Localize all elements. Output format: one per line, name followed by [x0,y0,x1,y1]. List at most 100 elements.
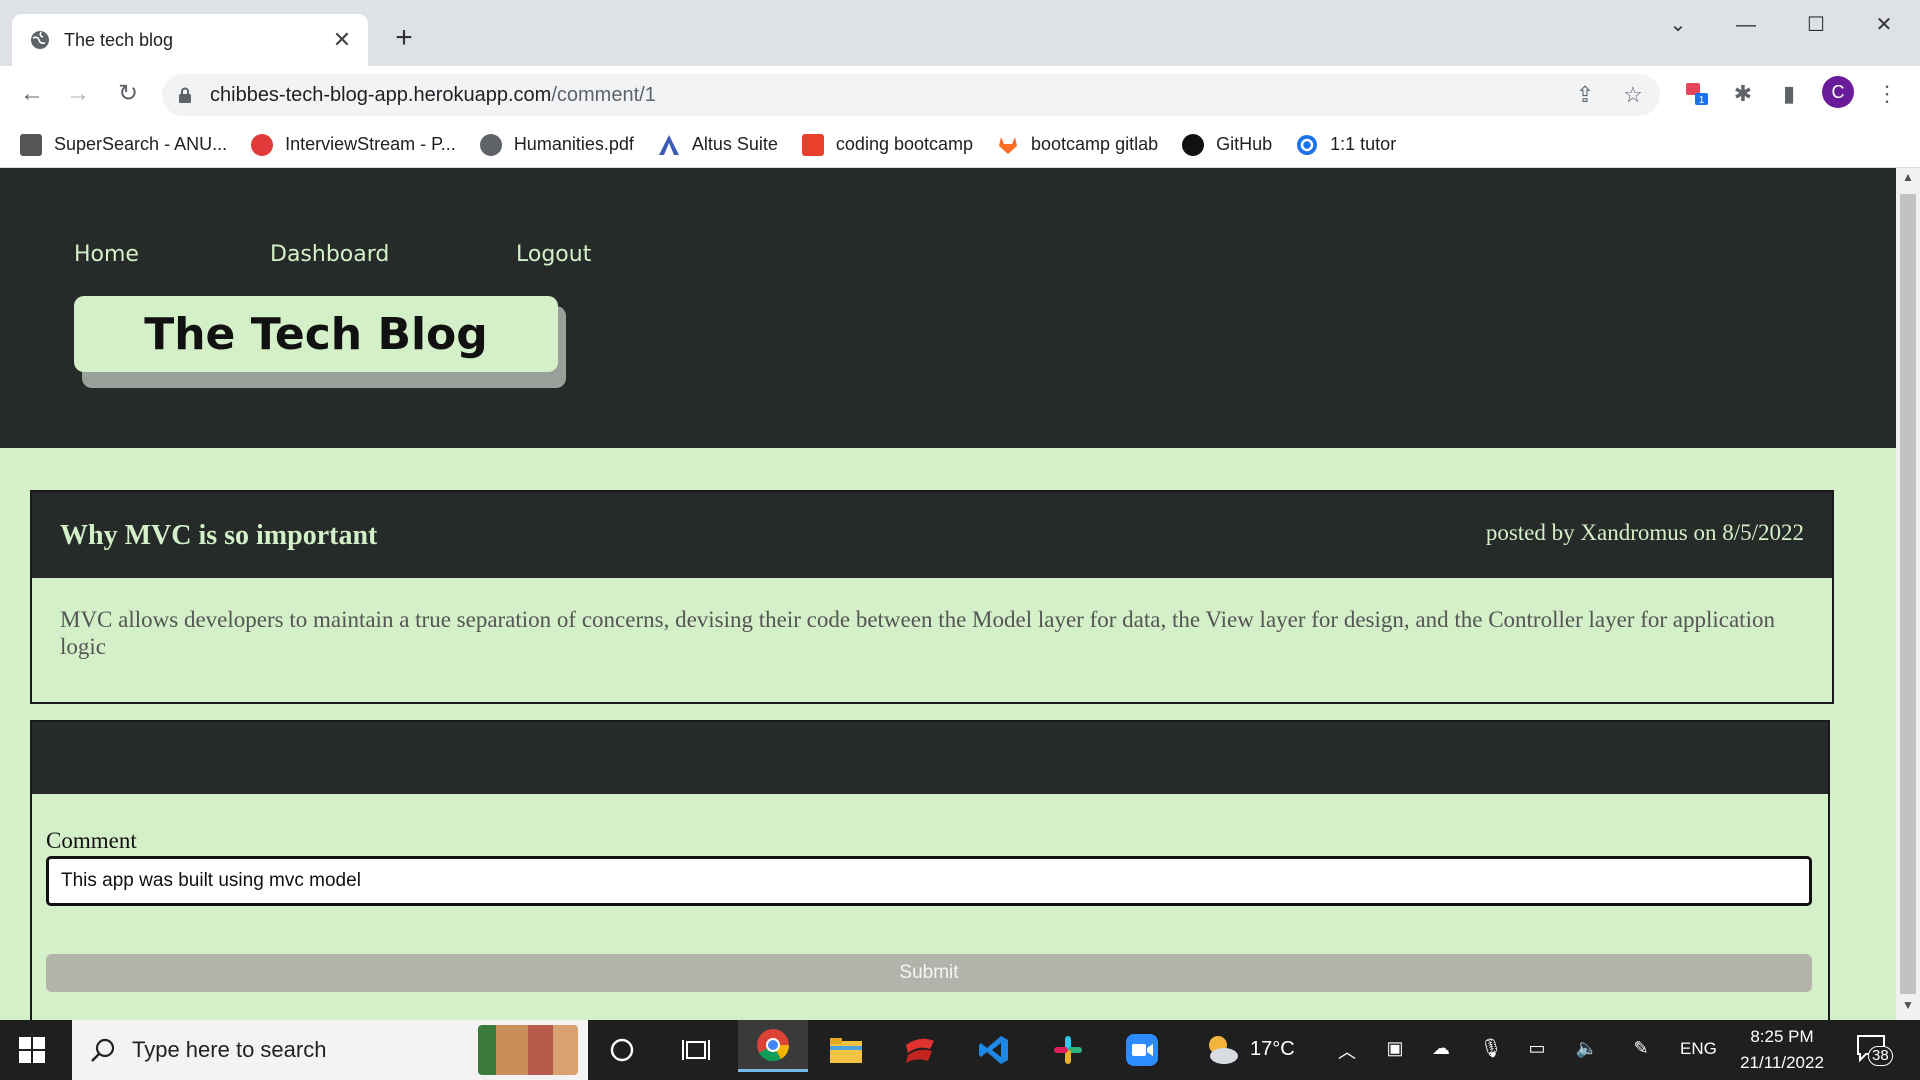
close-window-icon[interactable]: ✕ [1854,8,1914,42]
clock-date: 21/11/2022 [1740,1053,1824,1072]
maximize-icon[interactable]: ☐ [1786,8,1846,42]
supersearch-icon [20,133,42,156]
windows-start-icon[interactable] [18,1036,46,1064]
extension-badge-icon[interactable]: 1 [1682,79,1712,109]
github-icon [1182,133,1205,156]
submit-button[interactable]: Submit [46,954,1812,992]
altus-icon [658,134,679,155]
volume-icon[interactable]: 🔈 [1574,1038,1600,1059]
extensions-puzzle-icon[interactable]: ✱ [1728,79,1758,109]
meet-now-icon[interactable]: ▣ [1382,1038,1408,1059]
windows-taskbar: Type here to search 17°C ︿ ▣ ☁ 🎙 ▭ 🔈 ✎ E… [0,1020,1920,1080]
address-bar[interactable]: chibbes-tech-blog-app.herokuapp.com/comm… [162,74,1660,116]
weather-temperature[interactable]: 17°C [1250,1038,1295,1061]
tab-the-tech-blog[interactable]: The tech blog ✕ [12,14,368,66]
globe-icon [479,133,502,156]
page-scrollbar[interactable]: ▲ ▼ [1896,168,1920,1020]
browser-toolbar: ← → ↻ chibbes-tech-blog-app.herokuapp.co… [0,66,1920,122]
microphone-icon[interactable]: 🎙 [1478,1038,1504,1059]
back-icon[interactable]: ← [16,78,48,110]
post-body: MVC allows developers to maintain a true… [60,607,1775,659]
bookmark-label: coding bootcamp [835,134,974,154]
reload-icon[interactable]: ↻ [112,78,144,110]
search-icon [91,1038,115,1062]
bookmark-coding-bootcamp[interactable]: coding bootcamp [801,133,974,156]
bookmark-tutor[interactable]: 1:1 tutor [1296,134,1396,156]
tab-search-icon[interactable]: ⌄ [1648,8,1708,42]
site-title: The Tech Blog [144,308,488,360]
onedrive-cloud-icon[interactable]: ☁ [1428,1038,1454,1059]
gitlab-icon [999,136,1018,154]
side-panel-icon[interactable]: ▮ [1774,79,1804,109]
url-host: chibbes-tech-blog-app.herokuapp.com [210,83,552,106]
bookmark-altus-suite[interactable]: Altus Suite [658,134,778,156]
bookmark-label: Humanities.pdf [513,134,634,154]
notifications-count: 38 [1868,1046,1893,1066]
zoom-icon[interactable] [1120,1028,1164,1072]
page-viewport: Home Dashboard Logout The Tech Blog Why … [0,168,1896,1020]
bookmark-interviewstream[interactable]: InterviewStream - P... [251,133,456,156]
task-view-icon[interactable] [674,1028,718,1072]
tutor-icon [1297,134,1318,155]
bookmark-label: bootcamp gitlab [1031,134,1159,154]
menu-kebab-icon[interactable]: ⋮ [1872,79,1902,109]
site-brand[interactable]: The Tech Blog [74,296,558,372]
url-path: /comment/1 [551,83,656,106]
comment-form-header [32,722,1828,794]
vscode-icon[interactable] [972,1028,1016,1072]
bookmark-label: SuperSearch - ANU... [54,134,228,154]
post-title: Why MVC is so important [60,520,378,551]
bookmark-github[interactable]: GitHub [1182,133,1273,156]
taskbar-search-placeholder: Type here to search [132,1037,327,1062]
new-tab-icon[interactable]: + [388,22,420,54]
scroll-up-arrow-icon[interactable]: ▲ [1896,170,1920,190]
app-red-icon[interactable] [898,1028,942,1072]
post-meta: posted by Xandromus on 8/5/2022 [1485,520,1804,545]
bookmark-label: 1:1 tutor [1330,134,1397,154]
weather-icon[interactable] [1198,1028,1246,1072]
extension-badge-count: 1 [1699,95,1705,106]
share-icon[interactable]: ⇪ [1572,82,1598,108]
bookmark-label: Altus Suite [691,134,778,154]
bookmark-bootcamp-gitlab[interactable]: bootcamp gitlab [997,134,1158,156]
clock-time: 8:25 PM [1750,1027,1814,1046]
taskbar-search-box[interactable]: Type here to search [72,1020,588,1080]
bookmark-label: InterviewStream - P... [285,134,456,154]
tab-title: The tech blog [64,29,174,50]
post-header: Why MVC is so important posted by Xandro… [32,492,1832,578]
comment-input[interactable] [46,856,1812,906]
clock[interactable]: 8:25 PM 21/11/2022 [1730,1024,1834,1076]
bookmark-label: GitHub [1216,134,1273,154]
minimize-icon[interactable]: — [1716,8,1776,42]
chrome-taskbar-icon[interactable] [738,1020,808,1072]
bookmarks-bar: SuperSearch - ANU... InterviewStream - P… [0,122,1920,168]
interviewstream-icon [251,133,274,156]
site-header: Home Dashboard Logout The Tech Blog [0,168,1896,448]
slack-icon[interactable] [1046,1028,1090,1072]
nav-dashboard-link[interactable]: Dashboard [270,242,389,267]
forward-icon[interactable]: → [62,78,94,110]
profile-avatar[interactable]: C [1822,76,1854,108]
pen-workspace-icon[interactable]: ✎ [1628,1038,1654,1059]
lock-icon [179,87,191,103]
cortana-icon[interactable] [600,1028,644,1072]
bookmark-humanities[interactable]: Humanities.pdf [479,133,634,156]
comment-label: Comment [46,828,137,853]
village-illustration-icon [478,1025,578,1075]
bookmark-supersearch[interactable]: SuperSearch - ANU... [20,133,228,156]
language-indicator[interactable]: ENG [1680,1039,1717,1059]
post-card: Why MVC is so important posted by Xandro… [30,490,1834,704]
comment-form: Comment Submit [30,720,1830,1020]
globe-icon [31,31,49,49]
scrollbar-thumb[interactable] [1900,194,1916,994]
scroll-down-arrow-icon[interactable]: ▼ [1896,998,1920,1018]
nav-logout-link[interactable]: Logout [516,242,591,267]
bookmark-star-icon[interactable]: ☆ [1620,82,1646,108]
show-hidden-icons-chevron-icon[interactable]: ︿ [1334,1038,1360,1064]
file-explorer-icon[interactable] [824,1028,868,1072]
nav-home-link[interactable]: Home [74,242,139,267]
battery-icon[interactable]: ▭ [1524,1038,1550,1059]
bootcamp-icon [801,133,824,156]
close-tab-icon[interactable]: ✕ [330,27,354,53]
notifications-icon[interactable]: 38 [1856,1034,1896,1070]
